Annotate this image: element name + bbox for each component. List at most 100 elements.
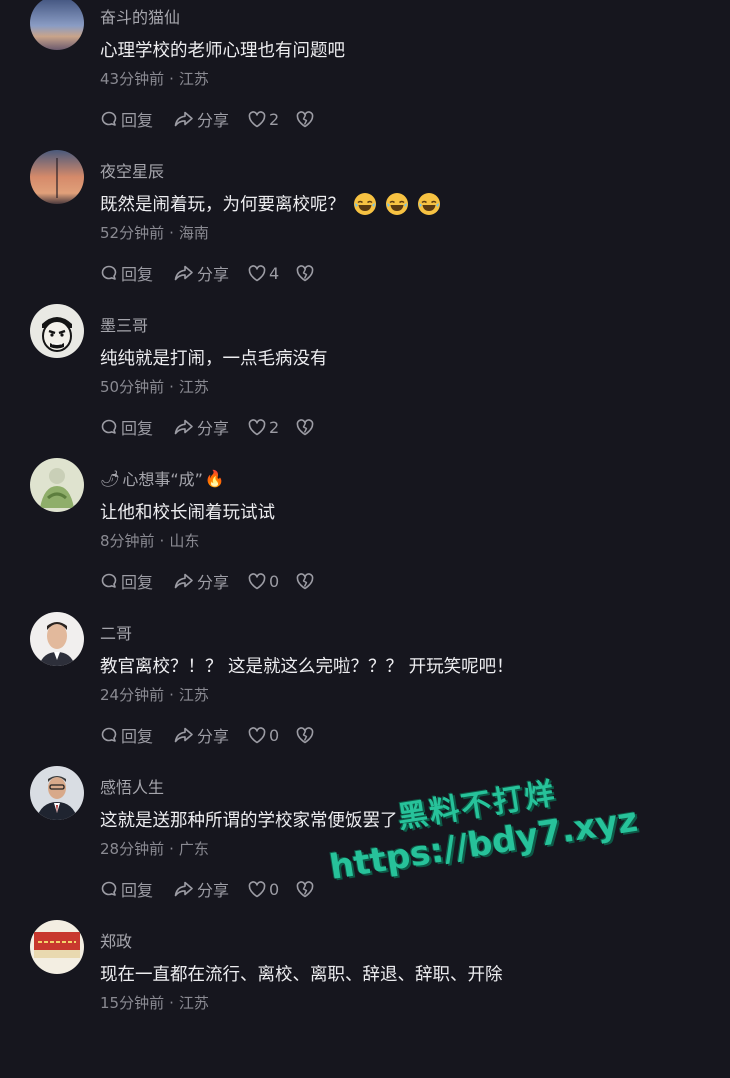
comment-username[interactable]: 二哥 [100,620,132,644]
broken-heart-icon [296,572,314,589]
share-icon [174,573,193,589]
avatar[interactable] [30,458,84,512]
dislike-button[interactable] [296,264,314,282]
reply-icon [101,265,117,280]
comment-item: 夜空星辰 既然是闹着玩，为何要离校呢？ 52分钟前 · 海南 回复 分享 4 [0,150,730,308]
comment-location: 山东 [169,532,200,550]
dislike-button[interactable] [296,726,314,744]
avatar[interactable] [30,920,84,974]
comment-meta: 52分钟前 · 海南 [100,224,209,242]
comment-time: 8分钟前 [100,532,155,550]
comment-actions: 回复 分享 0 [100,722,314,748]
comment-meta: 24分钟前 · 江苏 [100,686,209,704]
reply-icon [101,727,117,742]
comment-actions: 回复 分享 2 [100,414,314,440]
broken-heart-icon [296,264,314,281]
like-button[interactable]: 2 [248,418,296,437]
avatar[interactable] [30,0,84,50]
comment-location: 广东 [178,840,209,858]
comment-item: 奋斗的猫仙 心理学校的老师心理也有问题吧 43分钟前 · 江苏 回复 分享 2 [0,0,730,154]
like-count: 4 [269,263,280,283]
share-button[interactable]: 分享 [174,877,248,901]
broken-heart-icon [296,880,314,897]
broken-heart-icon [296,110,314,127]
avatar[interactable] [30,766,84,820]
dislike-button[interactable] [296,880,314,898]
like-count: 2 [269,109,280,129]
comment-text: 现在一直都在流行、离校、离职、辞退、辞职、开除 [100,965,503,985]
like-count: 2 [269,417,280,437]
comment-text: 既然是闹着玩，为何要离校呢？ [100,191,441,216]
heart-icon [248,264,266,281]
comment-item: 二哥 教官离校？！？ 这是就这么完啦？？？ 开玩笑呢吧！ 24分钟前 · 江苏 回复… [0,612,730,770]
heart-icon [248,726,266,743]
comment-username[interactable]: 墨三哥 [100,312,148,336]
like-button[interactable]: 0 [248,726,296,745]
comment-location: 海南 [178,224,209,242]
reply-button[interactable]: 回复 [100,877,174,901]
comment-location: 江苏 [178,994,209,1012]
dislike-button[interactable] [296,110,314,128]
comment-time: 28分钟前 [100,840,165,858]
like-button[interactable]: 0 [248,880,296,899]
comment-text: 纯纯就是打闹，一点毛病没有 [100,349,328,369]
comment-meta: 28分钟前 · 广东 [100,840,209,858]
comment-username[interactable]: 郑政 [100,928,132,952]
comment-time: 15分钟前 [100,994,165,1012]
share-icon [174,727,193,743]
comment-time: 50分钟前 [100,378,165,396]
comment-location: 江苏 [178,70,209,88]
dislike-button[interactable] [296,418,314,436]
fire-emoji-icon: 🔥 [204,468,225,488]
comment-location: 江苏 [178,686,209,704]
heart-icon [248,110,266,127]
comment-text: 教官离校？！？ 这是就这么完啦？？？ 开玩笑呢吧！ [100,657,514,677]
broken-heart-icon [296,726,314,743]
reply-button[interactable]: 回复 [100,261,174,285]
reply-button[interactable]: 回复 [100,569,174,593]
dislike-button[interactable] [296,572,314,590]
share-button[interactable]: 分享 [174,415,248,439]
reply-icon [101,111,117,126]
comment-actions: 回复 分享 2 [100,106,314,132]
avatar[interactable] [30,612,84,666]
comment-text: 这就是送那种所谓的学校家常便饭罢了 [100,811,398,831]
comment-text: 心理学校的老师心理也有问题吧 [100,41,345,61]
comment-item: 郑政 现在一直都在流行、离校、离职、辞退、辞职、开除 15分钟前 · 江苏 [0,920,730,1078]
comment-meta: 15分钟前 · 江苏 [100,994,209,1012]
comment-username[interactable]: 奋斗的猫仙 [100,4,180,28]
comment-item: 感悟人生 这就是送那种所谓的学校家常便饭罢了 28分钟前 · 广东 回复 分享 0 [0,766,730,924]
comment-meta: 8分钟前 · 山东 [100,532,200,550]
share-button[interactable]: 分享 [174,723,248,747]
comment-text: 让他和校长闹着玩试试 [100,503,275,523]
comment-username[interactable]: 感悟人生 [100,774,164,798]
reply-button[interactable]: 回复 [100,723,174,747]
laughing-emoji-icon [385,192,409,216]
reply-icon [101,573,117,588]
share-icon [174,111,193,127]
heart-icon [248,880,266,897]
share-icon [174,419,193,435]
comment-time: 43分钟前 [100,70,165,88]
share-button[interactable]: 分享 [174,261,248,285]
share-button[interactable]: 分享 [174,107,248,131]
share-icon [174,881,193,897]
comment-meta: 43分钟前 · 江苏 [100,70,209,88]
like-button[interactable]: 4 [248,264,296,283]
reply-button[interactable]: 回复 [100,415,174,439]
like-count: 0 [269,571,280,591]
comment-username[interactable]: 🌶 心想事“成” 🔥 [100,466,225,490]
chili-emoji-icon: 🌶 [100,468,121,488]
like-button[interactable]: 2 [248,110,296,129]
comment-item: 墨三哥 纯纯就是打闹，一点毛病没有 50分钟前 · 江苏 回复 分享 2 [0,304,730,462]
heart-icon [248,572,266,589]
heart-icon [248,418,266,435]
like-button[interactable]: 0 [248,572,296,591]
avatar[interactable] [30,150,84,204]
share-button[interactable]: 分享 [174,569,248,593]
laughing-emoji-icon [417,192,441,216]
avatar[interactable] [30,304,84,358]
comment-username[interactable]: 夜空星辰 [100,158,164,182]
like-count: 0 [269,879,280,899]
reply-button[interactable]: 回复 [100,107,174,131]
